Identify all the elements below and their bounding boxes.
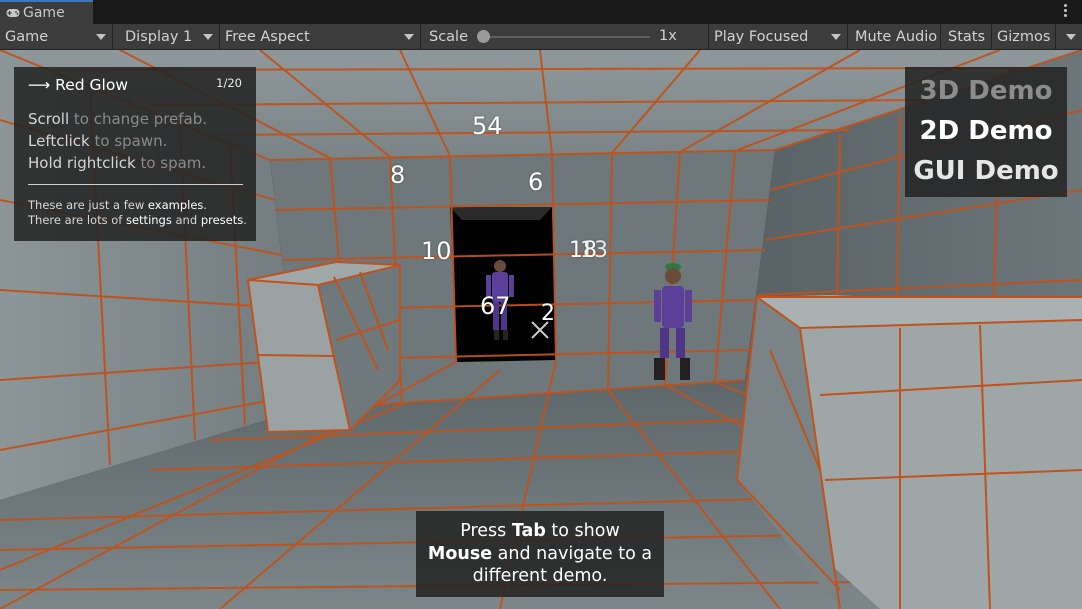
floating-number: 8 (390, 161, 406, 189)
navigation-hint: Press Tab to show Mouse and navigate to … (416, 511, 664, 597)
mute-audio-label: Mute Audio (855, 28, 938, 45)
prefab-info-panel: ⟶ Red Glow 1/20 Scroll to change prefab.… (14, 67, 256, 241)
gizmos-dropdown[interactable] (1056, 24, 1082, 49)
prefab-counter: 1/20 (216, 76, 242, 90)
chevron-down-icon (404, 34, 414, 40)
display-dropdown[interactable]: Display 1 (113, 24, 220, 49)
instruction-line: Hold rightclick to spam. (28, 154, 207, 172)
prefab-title: ⟶ Red Glow (28, 76, 128, 94)
gizmos-label: Gizmos (997, 28, 1051, 45)
floating-number: 6 (528, 168, 544, 196)
hint-line: Press Tab to show (460, 521, 620, 541)
floating-number: 10 (421, 237, 452, 265)
gizmos-toggle[interactable]: Gizmos (992, 24, 1056, 49)
scale-label: Scale (429, 28, 469, 45)
instruction-line: Leftclick to spawn. (28, 132, 168, 150)
game-view[interactable]: 54 8 6 10 18 13 67 2 ⟶ Red Glow 1/20 Scr… (0, 50, 1082, 609)
aspect-label: Free Aspect (225, 28, 310, 45)
tab-label: Game (23, 5, 65, 21)
chevron-down-icon (96, 34, 106, 40)
floating-number: 13 (580, 238, 608, 263)
chevron-down-icon (203, 34, 213, 40)
demo-menu: 3D Demo 2D Demo GUI Demo (905, 67, 1067, 197)
demo-2d-button[interactable]: 2D Demo (905, 116, 1067, 146)
game-toolbar: Game Display 1 Free Aspect Scale 1x Play… (0, 24, 1082, 50)
hint-line: Mouse and navigate to a (427, 543, 653, 564)
chevron-down-icon (1066, 34, 1076, 40)
stats-toggle[interactable]: Stats (941, 24, 992, 49)
play-mode-dropdown[interactable]: Play Focused (709, 24, 848, 49)
floating-number: 2 (541, 301, 555, 326)
stats-label: Stats (948, 28, 986, 45)
view-mode-label: Game (5, 28, 49, 45)
scale-value: 1x (659, 28, 677, 44)
gamepad-icon (6, 9, 20, 17)
play-mode-label: Play Focused (714, 28, 809, 45)
scale-slider-track[interactable] (484, 36, 650, 38)
scale-slider-thumb[interactable] (477, 30, 490, 43)
prefab-name: Red Glow (55, 76, 129, 94)
more-options-icon[interactable] (1064, 4, 1068, 18)
divider (28, 184, 243, 185)
footer-note: These are just a few examples. (28, 198, 208, 212)
instruction-line: Scroll to change prefab. (28, 110, 208, 128)
tab-bar: Game (0, 0, 1082, 24)
tab-game[interactable]: Game (0, 0, 93, 24)
arrow-right-icon: ⟶ (28, 76, 51, 94)
floating-number: 54 (472, 112, 503, 140)
chevron-down-icon (831, 34, 841, 40)
demo-3d-button[interactable]: 3D Demo (905, 76, 1067, 106)
demo-gui-button[interactable]: GUI Demo (905, 156, 1067, 186)
floating-number: 67 (480, 292, 511, 320)
view-mode-dropdown[interactable]: Game (0, 24, 113, 49)
display-label: Display 1 (125, 28, 193, 45)
footer-note: There are lots of settings and presets. (28, 213, 247, 227)
mute-audio-toggle[interactable]: Mute Audio (848, 24, 941, 49)
hint-line: different demo. (472, 566, 608, 586)
aspect-dropdown[interactable]: Free Aspect (220, 24, 421, 49)
